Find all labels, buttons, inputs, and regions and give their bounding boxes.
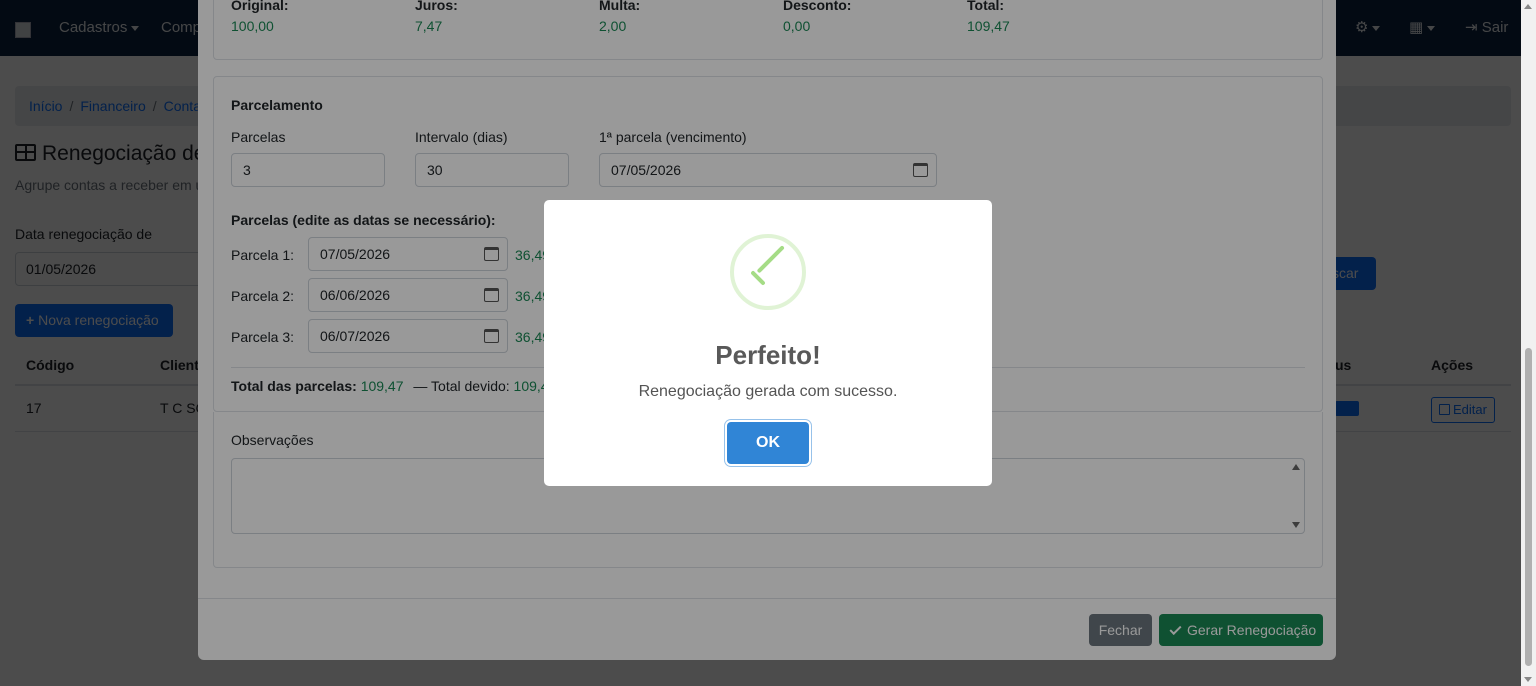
success-check-icon xyxy=(730,234,806,310)
check-mark-long xyxy=(756,245,785,274)
alert-title: Perfeito! xyxy=(715,340,821,370)
page-scrollbar[interactable] xyxy=(1521,0,1536,686)
scroll-down-arrow-icon[interactable] xyxy=(1524,677,1532,682)
scrollbar-thumb[interactable] xyxy=(1525,348,1532,666)
alert-message: Renegociação gerada com sucesso. xyxy=(638,383,898,400)
ok-button[interactable]: OK xyxy=(727,422,809,464)
success-alert-dialog: Perfeito! Renegociação gerada com sucess… xyxy=(544,200,992,486)
scroll-up-arrow-icon[interactable] xyxy=(1524,4,1532,9)
